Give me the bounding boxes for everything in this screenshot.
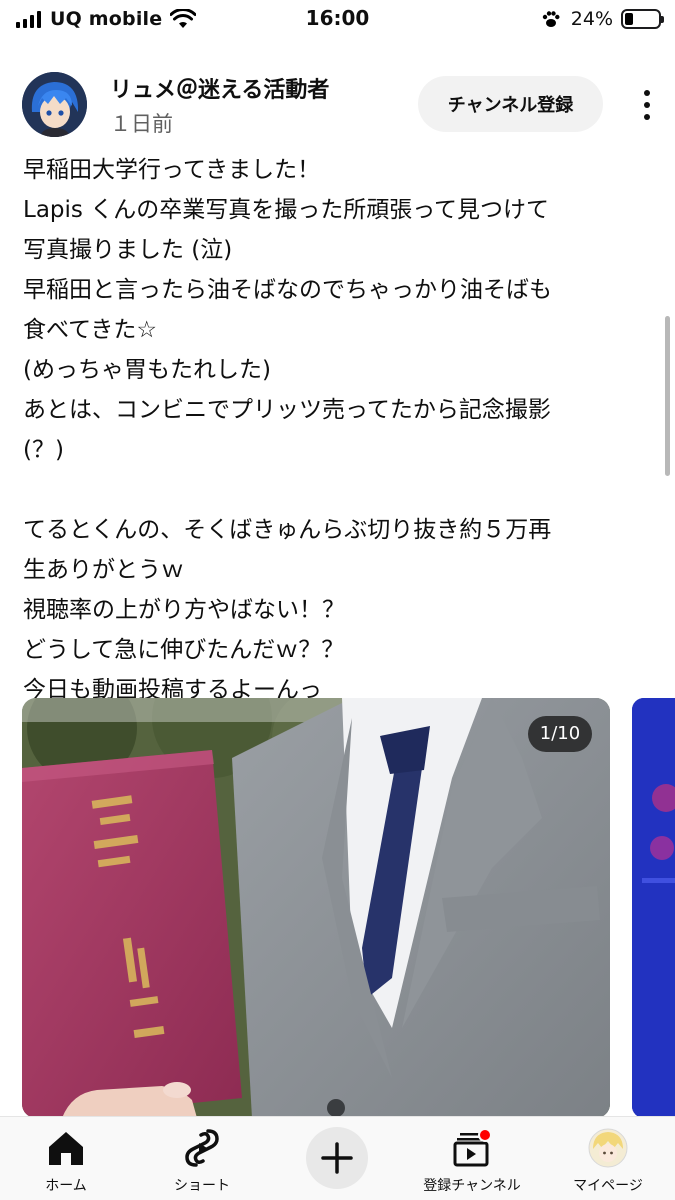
nav-home-label: ホーム [45,1178,87,1194]
image-carousel[interactable]: 1/10 [22,698,610,1118]
nav-home[interactable]: ホーム [6,1123,126,1199]
more-vertical-icon[interactable] [630,88,664,122]
post-line: 生ありがとうｗ [23,557,184,583]
status-bar: UQ mobile 16:00 24% [0,0,675,40]
home-icon [49,1132,83,1165]
post-line: てるとくんの、そくばきゅんらぶ切り抜き約５万再 [23,517,552,543]
post-time: １日前 [110,112,173,136]
next-image-preview[interactable] [632,698,675,1118]
image-counter: 1/10 [528,716,592,752]
subscriptions-icon [453,1128,492,1167]
post-line: あとは、コンビニでプリッツ売ってたから記念撮影 [23,397,551,423]
post-line: 食べてきた☆ [23,317,158,343]
paw-icon [542,11,560,27]
bottom-navigation: ホーム ショート 登録チャンネル マイページ [0,1116,675,1200]
scroll-indicator [665,316,670,476]
status-right: 24% [541,7,664,31]
nav-shorts[interactable]: ショート [142,1123,262,1199]
nav-subscriptions[interactable]: 登録チャンネル [398,1123,546,1199]
post-line: 視聴率の上がり方やばない！？ [23,597,345,623]
battery-percent: 24% [570,8,613,30]
battery-level [625,13,633,25]
nav-subscriptions-label: 登録チャンネル [423,1178,521,1194]
shorts-icon [185,1129,219,1167]
post-text: 早稲田大学行ってきました！ Lapis くんの卒業写真を撮った所頑張って見つけて写… [23,150,653,710]
next-image-thumbnail [632,698,675,1118]
subscribe-button[interactable]: チャンネル登録 [418,76,603,132]
post-line: (めっちゃ胃もたれした) [23,357,271,383]
nav-shorts-label: ショート [174,1178,230,1194]
post-line: 写真撮りました (泣) [23,237,233,263]
profile-avatar-icon [588,1128,628,1168]
carousel-photo [22,698,610,1118]
create-plus-icon [321,1142,353,1174]
channel-avatar[interactable] [22,72,87,137]
post-line: (？) [23,437,64,463]
create-button[interactable] [306,1127,368,1189]
channel-name[interactable]: リュメ＠迷える活動者 [110,72,329,104]
post-header: リュメ＠迷える活動者 １日前 チャンネル登録 [0,60,675,150]
post-line: Lapis くんの卒業写真を撮った所頑張って見つけて [23,197,550,223]
post-line: 早稲田と言ったら油そばなのでちゃっかり油そばも [23,277,552,303]
avatar-illustration [22,72,87,137]
nav-my-page-label: マイページ [573,1178,643,1194]
battery-icon [621,9,664,29]
nav-my-page[interactable]: マイページ [548,1123,668,1199]
post-line: どうして急に伸びたんだｗ？？ [23,637,345,663]
post-line: 早稲田大学行ってきました！ [23,157,321,183]
